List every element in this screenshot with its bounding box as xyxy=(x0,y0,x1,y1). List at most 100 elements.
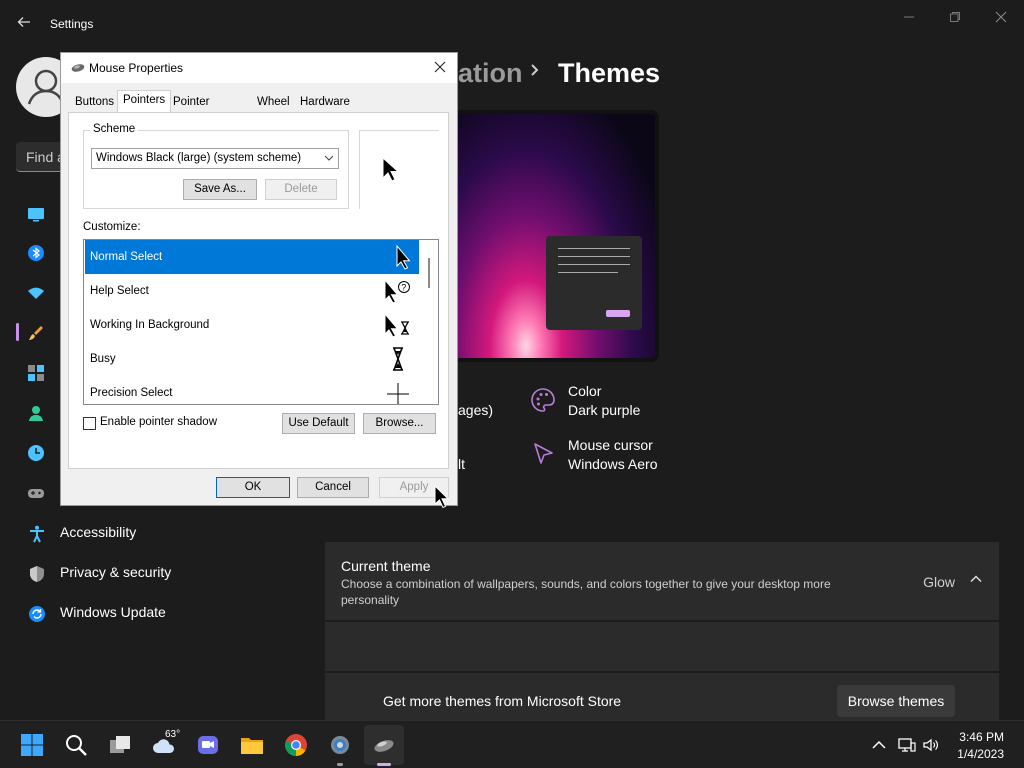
time-language-icon[interactable] xyxy=(27,444,45,462)
tab-pointer-options[interactable]: Pointer Options xyxy=(167,92,219,126)
crosshair-icon xyxy=(387,383,409,404)
store-text: Get more themes from Microsoft Store xyxy=(383,693,622,709)
page-title: Themes xyxy=(558,58,661,88)
enable-pointer-shadow-label: Enable pointer shadow xyxy=(100,416,217,428)
nav-active-indicator xyxy=(16,323,19,341)
pointer-name: Normal Select xyxy=(90,251,163,263)
chevron-down-icon xyxy=(324,155,334,161)
sidebar-item-label: Accessibility xyxy=(60,524,137,540)
tab-wheel[interactable]: Wheel xyxy=(251,92,296,112)
close-button[interactable] xyxy=(986,8,1016,28)
current-theme-value: Glow xyxy=(923,574,955,590)
volume-icon[interactable] xyxy=(922,736,940,754)
list-item[interactable]: Busy xyxy=(85,342,419,376)
sidebar-item-label: Windows Update xyxy=(60,604,166,620)
scheme-dropdown[interactable]: Windows Black (large) (system scheme) xyxy=(91,148,339,169)
teams-chat-icon[interactable] xyxy=(196,733,220,757)
dialog-title: Mouse Properties xyxy=(89,61,184,75)
scheme-value: Windows Black (large) (system scheme) xyxy=(96,152,302,164)
task-view-icon[interactable] xyxy=(108,733,132,757)
list-item[interactable]: Precision Select xyxy=(85,376,419,404)
chevron-up-icon[interactable] xyxy=(969,572,983,586)
browse-themes-button[interactable]: Browse themes xyxy=(837,685,955,717)
list-item[interactable]: Working In Background xyxy=(85,308,419,342)
current-theme-title: Current theme xyxy=(341,558,431,574)
restore-button[interactable] xyxy=(940,8,970,28)
cursor-arrow-icon xyxy=(534,443,553,464)
tab-buttons[interactable]: Buttons xyxy=(69,92,120,112)
color-value: Dark purple xyxy=(568,402,641,418)
palette-icon xyxy=(531,388,555,412)
file-explorer-icon[interactable] xyxy=(240,733,264,757)
busy-hourglass-icon xyxy=(393,347,403,371)
arrow-cursor-icon xyxy=(382,157,398,182)
scheme-group: Scheme Windows Black (large) (system sch… xyxy=(83,123,349,209)
browse-button[interactable]: Browse... xyxy=(363,413,436,434)
svg-text:?: ? xyxy=(401,283,406,293)
list-item[interactable]: Help Select ? xyxy=(85,274,419,308)
pointer-list-scrollbar[interactable] xyxy=(420,240,438,404)
breadcrumb-personalization[interactable]: ation xyxy=(458,58,523,89)
search-icon[interactable] xyxy=(64,733,88,757)
sounds-value-partial: lt xyxy=(458,456,465,472)
minimize-button[interactable] xyxy=(894,8,924,28)
pointers-tab-panel: Scheme Windows Black (large) (system sch… xyxy=(68,112,449,469)
mouse-icon xyxy=(71,64,85,72)
network-icon[interactable] xyxy=(898,736,916,754)
start-windows-icon[interactable] xyxy=(20,733,44,757)
minimize-icon xyxy=(904,16,914,18)
use-default-button[interactable]: Use Default xyxy=(282,413,355,434)
sidebar-item-privacy[interactable]: Privacy & security xyxy=(16,556,316,592)
chrome-icon[interactable] xyxy=(284,733,308,757)
sidebar-item-label: Privacy & security xyxy=(60,564,172,580)
apps-icon[interactable] xyxy=(27,364,45,382)
mouse-cursor-setting[interactable]: Mouse cursor Windows Aero xyxy=(530,437,730,477)
app-title: Settings xyxy=(50,17,94,31)
theme-color-setting[interactable]: Color Dark purple xyxy=(530,383,730,423)
working-cursor-icon xyxy=(384,312,409,338)
settings-gear-icon[interactable] xyxy=(328,733,352,757)
clock-date[interactable]: 1/4/2023 xyxy=(957,747,1004,761)
mouse-cursor-label: Mouse cursor xyxy=(568,437,653,453)
pointer-name: Precision Select xyxy=(90,387,173,399)
microsoft-store-row: Get more themes from Microsoft Store Bro… xyxy=(325,673,999,720)
personalization-brush-icon[interactable] xyxy=(27,324,45,342)
dialog-titlebar[interactable]: Mouse Properties xyxy=(61,53,457,83)
pointer-name: Busy xyxy=(90,353,116,365)
sidebar-item-accessibility[interactable]: Accessibility xyxy=(16,516,316,552)
system-icon[interactable] xyxy=(27,205,45,223)
tab-pointers[interactable]: Pointers xyxy=(117,90,172,113)
wifi-icon[interactable] xyxy=(27,284,45,302)
ok-button[interactable]: OK xyxy=(216,477,290,498)
taskbar: 63° 3:46 PM 1/4/2023 xyxy=(0,720,1024,768)
back-arrow-icon xyxy=(17,17,30,27)
gaming-icon[interactable] xyxy=(27,484,45,502)
close-icon xyxy=(995,11,1007,23)
active-app-indicator xyxy=(377,763,391,766)
clock-time[interactable]: 3:46 PM xyxy=(959,730,1004,744)
save-as-button[interactable]: Save As... xyxy=(183,179,257,200)
sidebar-item-windows-update[interactable]: Windows Update xyxy=(16,596,316,632)
pointer-name: Working In Background xyxy=(90,319,210,331)
mouse-properties-app-icon[interactable] xyxy=(372,733,396,757)
list-item[interactable]: Normal Select xyxy=(85,240,419,274)
scheme-label: Scheme xyxy=(90,123,139,135)
cancel-button[interactable]: Cancel xyxy=(297,477,369,498)
current-theme-card[interactable]: Current theme Choose a combination of wa… xyxy=(325,542,999,620)
customize-label: Customize: xyxy=(83,221,141,233)
accounts-icon[interactable] xyxy=(27,404,45,422)
color-label: Color xyxy=(568,383,602,399)
pointer-list[interactable]: Normal Select Help Select ? Working In B… xyxy=(83,239,439,405)
breadcrumb-chevron-icon xyxy=(528,60,542,86)
delete-button[interactable]: Delete xyxy=(265,179,337,200)
dialog-close-button[interactable] xyxy=(429,57,451,79)
pointer-preview-box xyxy=(359,130,439,209)
current-theme-subtitle: Choose a combination of wallpapers, soun… xyxy=(341,577,831,607)
restore-icon xyxy=(950,12,960,22)
enable-pointer-shadow-checkbox[interactable] xyxy=(83,417,96,430)
back-button[interactable] xyxy=(14,14,34,34)
tab-hardware[interactable]: Hardware xyxy=(294,92,356,112)
chevron-up-icon[interactable] xyxy=(870,736,888,754)
bluetooth-icon[interactable] xyxy=(27,244,45,262)
scrollbar-thumb[interactable] xyxy=(428,258,430,288)
